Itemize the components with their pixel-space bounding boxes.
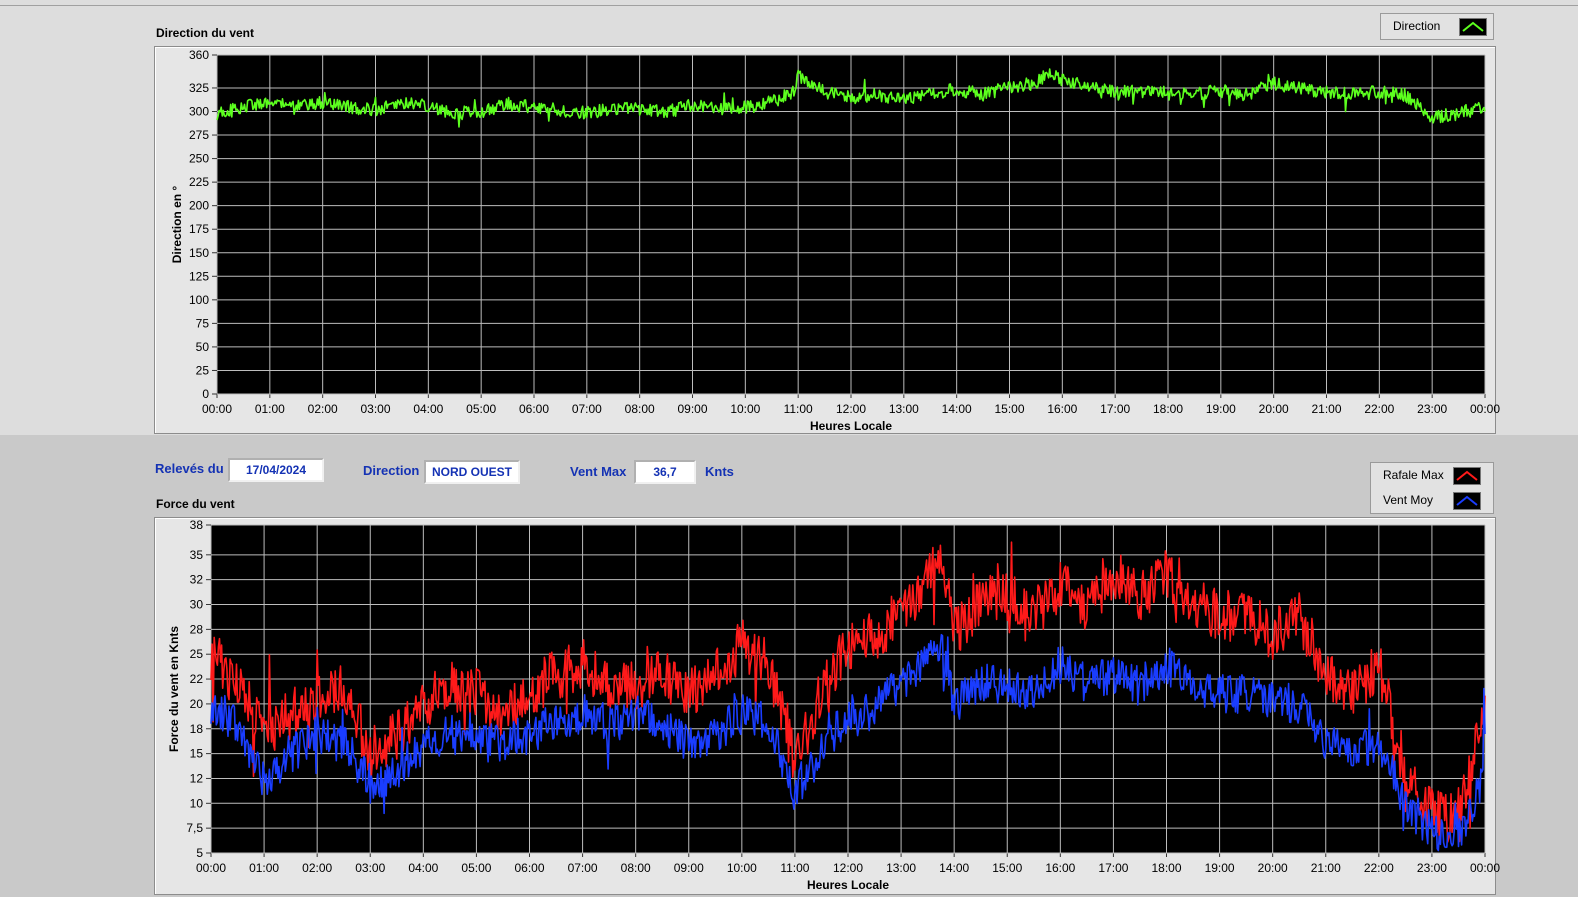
x-tick-label: 15:00	[994, 402, 1024, 416]
y-tick-label: 360	[189, 48, 209, 62]
x-tick-label: 21:00	[1311, 402, 1341, 416]
y-tick-label: 28	[190, 622, 204, 636]
x-tick-label: 20:00	[1259, 402, 1289, 416]
x-tick-label: 13:00	[889, 402, 919, 416]
x-tick-label: 05:00	[466, 402, 496, 416]
y-tick-label: 18	[190, 722, 204, 736]
x-axis-title: Heures Locale	[807, 878, 889, 892]
x-tick-label: 14:00	[939, 861, 969, 875]
x-tick-label: 00:00	[1470, 402, 1500, 416]
x-tick-label: 00:00	[202, 402, 232, 416]
charts-canvas: 00:00 01:00 02:00 03:00 04:00 05:00 06:00 07:00…	[167, 48, 1500, 892]
x-tick-label: 16:00	[1045, 861, 1075, 875]
y-tick-label: 38	[190, 518, 204, 532]
x-tick-label: 13:00	[886, 861, 916, 875]
y-tick-label: 12	[190, 771, 204, 785]
y-axis-title: Direction en °	[170, 186, 184, 264]
y-tick-label: 30	[190, 598, 204, 612]
x-tick-label: 02:00	[302, 861, 332, 875]
x-tick-label: 08:00	[625, 402, 655, 416]
y-tick-label: 150	[189, 246, 209, 260]
y-tick-label: 50	[196, 340, 210, 354]
x-tick-label: 15:00	[992, 861, 1022, 875]
x-tick-label: 10:00	[730, 402, 760, 416]
x-tick-label: 18:00	[1153, 402, 1183, 416]
y-tick-label: 22	[190, 672, 204, 686]
x-tick-label: 12:00	[836, 402, 866, 416]
x-tick-label: 14:00	[942, 402, 972, 416]
x-tick-label: 02:00	[308, 402, 338, 416]
x-tick-label: 11:00	[780, 861, 809, 875]
x-axis-title: Heures Locale	[810, 419, 892, 433]
y-tick-label: 275	[189, 128, 209, 142]
x-tick-label: 16:00	[1047, 402, 1077, 416]
y-tick-label: 0	[202, 387, 209, 401]
x-tick-label: 03:00	[360, 402, 390, 416]
y-axis-title: Force du vent en Knts	[167, 626, 181, 752]
x-tick-label: 07:00	[568, 861, 598, 875]
y-tick-label: 75	[196, 316, 210, 330]
x-tick-label: 21:00	[1311, 861, 1341, 875]
x-tick-label: 01:00	[255, 402, 285, 416]
y-tick-label: 300	[189, 105, 209, 119]
y-tick-label: 32	[190, 573, 204, 587]
x-tick-label: 00:00	[196, 861, 226, 875]
y-tick-label: 125	[189, 269, 209, 283]
x-tick-label: 00:00	[1470, 861, 1500, 875]
x-tick-label: 17:00	[1100, 402, 1130, 416]
y-tick-label: 25	[190, 647, 204, 661]
y-tick-label: 5	[196, 846, 203, 860]
x-tick-label: 07:00	[572, 402, 602, 416]
y-tick-label: 10	[190, 796, 204, 810]
x-tick-label: 23:00	[1417, 402, 1447, 416]
y-tick-label: 250	[189, 152, 209, 166]
y-tick-label: 100	[189, 293, 209, 307]
y-tick-label: 325	[189, 81, 209, 95]
y-tick-label: 20	[190, 697, 204, 711]
x-tick-label: 17:00	[1098, 861, 1128, 875]
x-tick-label: 22:00	[1364, 402, 1394, 416]
x-tick-label: 12:00	[833, 861, 863, 875]
x-tick-label: 09:00	[677, 402, 707, 416]
y-tick-label: 35	[190, 548, 204, 562]
y-tick-label: 200	[189, 199, 209, 213]
x-tick-label: 05:00	[461, 861, 491, 875]
x-tick-label: 06:00	[519, 402, 549, 416]
y-tick-label: 15	[190, 747, 204, 761]
x-tick-label: 11:00	[784, 402, 813, 416]
y-tick-label: 175	[189, 222, 209, 236]
x-tick-label: 09:00	[674, 861, 704, 875]
x-tick-label: 04:00	[413, 402, 443, 416]
y-tick-label: 7,5	[186, 821, 203, 835]
x-tick-label: 08:00	[621, 861, 651, 875]
x-tick-label: 19:00	[1206, 402, 1236, 416]
x-tick-label: 10:00	[727, 861, 757, 875]
x-tick-label: 22:00	[1364, 861, 1394, 875]
y-tick-label: 225	[189, 175, 209, 189]
x-tick-label: 19:00	[1205, 861, 1235, 875]
x-tick-label: 03:00	[355, 861, 385, 875]
y-tick-label: 25	[196, 363, 210, 377]
x-tick-label: 04:00	[408, 861, 438, 875]
x-tick-label: 18:00	[1151, 861, 1181, 875]
x-tick-label: 23:00	[1417, 861, 1447, 875]
x-tick-label: 01:00	[249, 861, 279, 875]
x-tick-label: 20:00	[1258, 861, 1288, 875]
x-tick-label: 06:00	[514, 861, 544, 875]
